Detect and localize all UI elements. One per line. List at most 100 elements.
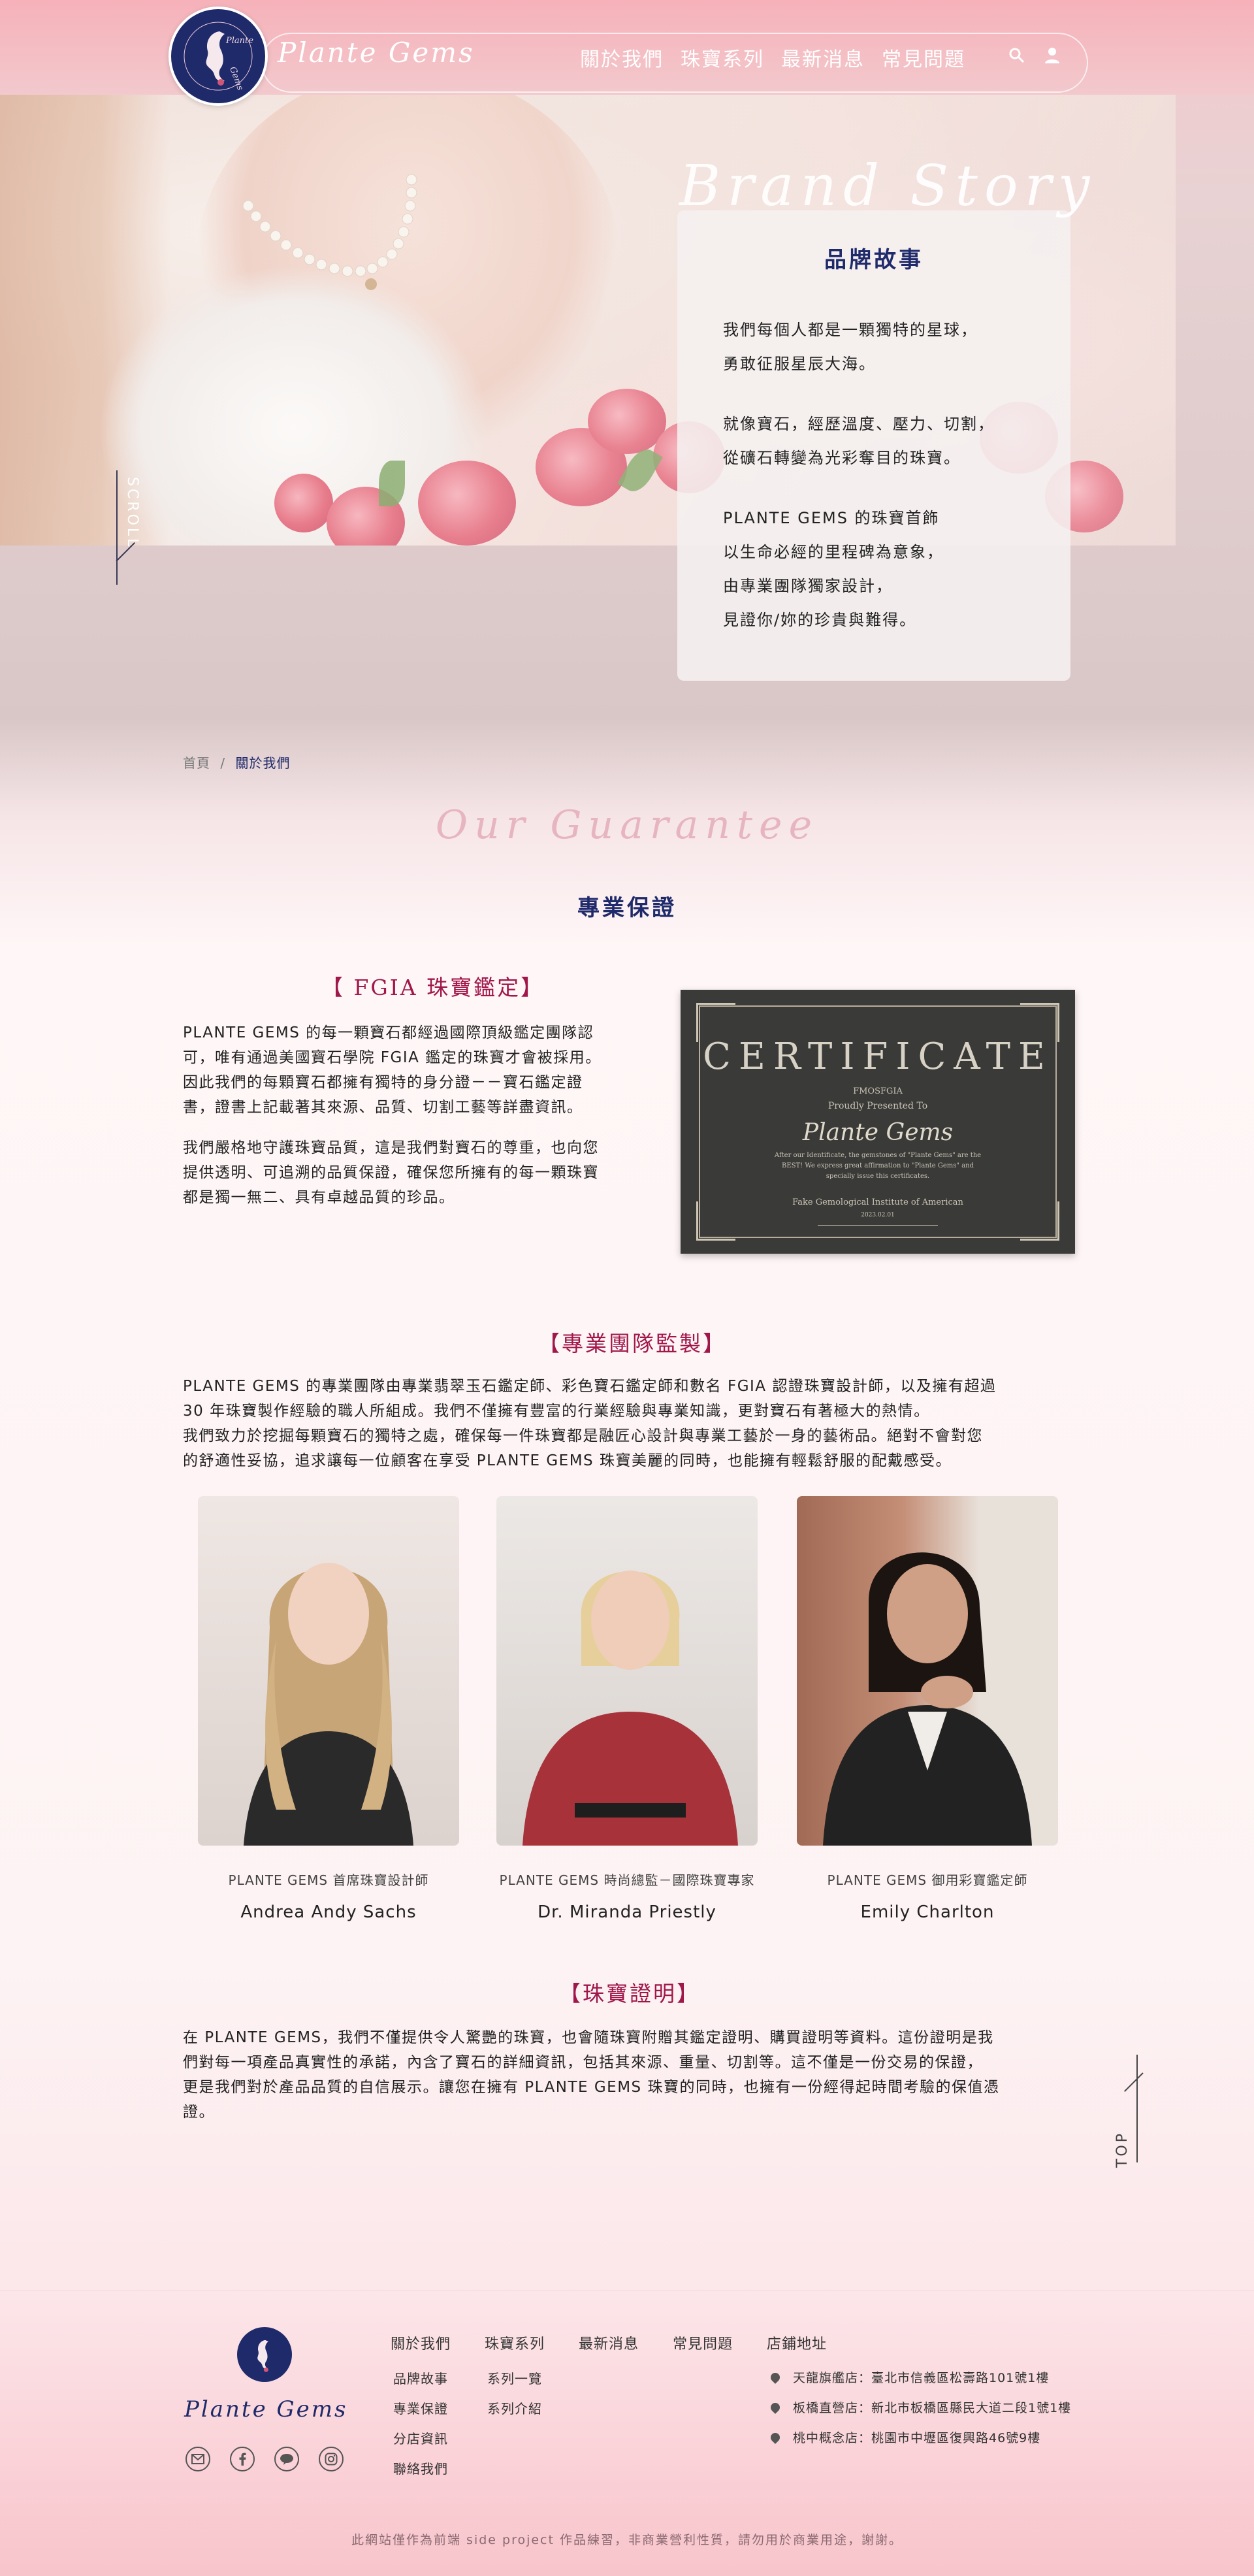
nav-about[interactable]: 關於我們	[580, 43, 664, 72]
brand-story-card: 品牌故事 我們每個人都是一顆獨特的星球， 勇敢征服星辰大海。 就像寶石，經歷溫度…	[677, 210, 1070, 681]
story-line: PLANTE GEMS 的珠寶首飾	[723, 509, 940, 527]
team-photo-miranda	[496, 1496, 758, 1846]
certificate-date: 2023.02.01	[861, 1212, 895, 1218]
fgia-heading: 【 FGIA 珠寶鑑定】	[321, 975, 545, 1000]
breadcrumb-current: 關於我們	[235, 755, 291, 771]
story-line: 以生命必經的里程碑為意象，	[723, 543, 944, 561]
instagram-icon[interactable]	[319, 2447, 344, 2471]
user-icon[interactable]	[1042, 46, 1062, 65]
certificate-body: After our Identificate, the gemstones of…	[774, 1152, 982, 1159]
footer-link-stores[interactable]: 分店資訊	[393, 2428, 448, 2447]
text-line: 可，唯有通過美國寶石學院 FGIA 鑑定的珠寶才會被採用。	[183, 1049, 602, 1066]
certificate-org-mark: FMOSFGIA	[853, 1086, 903, 1096]
facebook-icon[interactable]	[230, 2447, 255, 2471]
store-address: 天龍旗艦店：臺北市信義區松壽路101號1樓	[769, 2368, 1050, 2386]
map-pin-icon	[769, 2401, 782, 2414]
team-member-role: PLANTE GEMS 時尚總監－國際珠寶專家	[499, 1872, 755, 1888]
brand-name[interactable]: Plante Gems	[278, 37, 475, 69]
store-address-text: 板橋直營店：新北市板橋區縣民大道二段1號1樓	[793, 2401, 1072, 2415]
footer-col-stores: 店鋪地址	[767, 2336, 828, 2353]
certificate-issuer: Fake Gemological Institute of American	[792, 1198, 963, 1207]
copyright-notice: 此網站僅作為前端 side project 作品練習，非商業營利性質，請勿用於商…	[351, 2533, 903, 2547]
logo-emblem-icon: Plante Gems	[184, 22, 253, 92]
text-line: PLANTE GEMS 的每一顆寶石都經過國際頂級鑑定團隊認	[183, 1024, 594, 1041]
map-pin-icon	[769, 2371, 782, 2384]
footer-divider	[0, 2290, 1254, 2291]
footer-link-contact[interactable]: 聯絡我們	[393, 2458, 448, 2477]
certificate-recipient: Plante Gems	[802, 1119, 954, 1146]
logo[interactable]: Plante Gems	[169, 7, 268, 106]
nav-jewelry[interactable]: 珠寶系列	[681, 43, 764, 72]
map-pin-icon	[769, 2431, 782, 2444]
footer-link-brand-story[interactable]: 品牌故事	[393, 2368, 448, 2387]
story-line: 由專業團隊獨家設計，	[723, 577, 893, 595]
text-line: 提供透明、可追溯的品質保證，確保您所擁有的每一顆珠寶	[183, 1164, 599, 1181]
team-member-role: PLANTE GEMS 御用彩寶鑑定師	[827, 1872, 1028, 1888]
search-icon[interactable]	[1007, 46, 1027, 65]
footer-link-series-overview[interactable]: 系列一覽	[487, 2368, 542, 2387]
store-address-text: 桃中概念店：桃園市中壢區復興路46號9樓	[793, 2431, 1041, 2445]
nav-faq[interactable]: 常見問題	[882, 43, 965, 72]
team-paragraph: PLANTE GEMS 的專業團隊由專業翡翠玉石鑑定師、彩色寶石鑑定師和數名 F…	[183, 1374, 1084, 1473]
email-icon[interactable]	[185, 2447, 210, 2471]
story-line: 我們每個人都是一顆獨特的星球，	[723, 321, 978, 339]
fgia-paragraph-1: PLANTE GEMS 的每一顆寶石都經過國際頂級鑑定團隊認 可，唯有通過美國寶…	[183, 1020, 653, 1120]
footer-col-news[interactable]: 最新消息	[579, 2332, 639, 2353]
store-address: 板橋直營店：新北市板橋區縣民大道二段1號1樓	[769, 2398, 1072, 2416]
brand-story-title-en: Brand Story	[679, 154, 1097, 219]
back-to-top-arrow[interactable]	[1124, 2072, 1144, 2092]
footer-logo[interactable]	[237, 2327, 292, 2382]
line-icon[interactable]	[274, 2447, 299, 2471]
scroll-label: SCROLL	[124, 477, 140, 549]
text-line: 我們嚴格地守護珠寶品質，這是我們對寶石的尊重，也向您	[183, 1139, 599, 1156]
certificate-body: specially issue this certificates.	[826, 1173, 930, 1180]
team-heading: 【專業團隊監製】	[538, 1331, 726, 1356]
footer-col-about[interactable]: 關於我們	[391, 2332, 451, 2353]
team-photo-emily	[797, 1496, 1058, 1846]
text-line: 書，證書上記載著其來源、品質、切割工藝等詳盡資訊。	[183, 1099, 583, 1116]
breadcrumb: 首頁 / 關於我們	[183, 753, 290, 772]
nav-news[interactable]: 最新消息	[781, 43, 865, 72]
back-to-top-line[interactable]	[1136, 2055, 1138, 2162]
store-address-text: 天龍旗艦店：臺北市信義區松壽路101號1樓	[793, 2371, 1050, 2385]
footer-link-guarantee[interactable]: 專業保證	[393, 2398, 448, 2417]
team-member-name: Dr. Miranda Priestly	[538, 1902, 716, 1922]
proof-heading: 【珠寶證明】	[559, 1981, 700, 2006]
certificate-body: BEST! We express great affirmation to "P…	[782, 1162, 974, 1169]
main-nav: 關於我們 珠寶系列 最新消息 常見問題	[580, 43, 965, 72]
footer-brand: Plante Gems	[184, 2396, 348, 2422]
story-line: 見證你/妳的珍貴與難得。	[723, 611, 917, 629]
scroll-indicator-line	[116, 470, 118, 585]
footer-col-jewelry[interactable]: 珠寶系列	[485, 2332, 545, 2353]
certificate-image: CERTIFICATE FMOSFGIA Proudly Presented T…	[681, 990, 1075, 1254]
team-member-role: PLANTE GEMS 首席珠寶設計師	[228, 1872, 429, 1888]
footer-col-faq[interactable]: 常見問題	[673, 2332, 733, 2353]
story-line: 勇敢征服星辰大海。	[723, 355, 876, 373]
text-line: 在 PLANTE GEMS，我們不僅提供令人驚艷的珠寶，也會隨珠寶附贈其鑑定證明…	[183, 2029, 994, 2046]
proof-paragraph: 在 PLANTE GEMS，我們不僅提供令人驚艷的珠寶，也會隨珠寶附贈其鑑定證明…	[183, 2025, 1084, 2125]
text-line: 30 年珠寶製作經驗的職人所組成。我們不僅擁有豐富的行業經驗與專業知識，更對寶石…	[183, 1403, 930, 1420]
story-line: 從礦石轉變為光彩奪目的珠寶。	[723, 449, 961, 467]
team-member-name: Andrea Andy Sachs	[240, 1902, 417, 1922]
text-line: 都是獨一無二、具有卓越品質的珍品。	[183, 1189, 455, 1206]
brand-story-title: 品牌故事	[824, 247, 924, 273]
logo-emblem-icon	[257, 2340, 268, 2372]
footer-link-series-intro[interactable]: 系列介紹	[487, 2398, 542, 2417]
guarantee-title: 專業保證	[577, 895, 677, 921]
team-photo-andrea	[198, 1496, 459, 1846]
guarantee-title-en: Our Guarantee	[435, 802, 819, 848]
text-line: 因此我們的每顆寶石都擁有獨特的身分證－－寶石鑑定證	[183, 1074, 583, 1091]
story-line: 就像寶石，經歷溫度、壓力、切割，	[723, 415, 995, 433]
fgia-paragraph-2: 我們嚴格地守護珠寶品質，這是我們對寶石的尊重，也向您 提供透明、可追溯的品質保證…	[183, 1135, 653, 1210]
certificate-presented: Proudly Presented To	[828, 1101, 928, 1111]
store-address: 桃中概念店：桃園市中壢區復興路46號9樓	[769, 2428, 1041, 2446]
text-line: 證。	[183, 2104, 215, 2121]
breadcrumb-home[interactable]: 首頁	[183, 755, 210, 771]
certificate-title: CERTIFICATE	[703, 1035, 1053, 1078]
back-to-top-label[interactable]: TOP	[1114, 2131, 1131, 2168]
text-line: 更是我們對於產品品質的自信展示。讓您在擁有 PLANTE GEMS 珠寶的同時，…	[183, 2079, 1000, 2096]
team-member-name: Emily Charlton	[860, 1902, 995, 1922]
text-line: 們對每一項產品真實性的承諾，內含了寶石的詳細資訊，包括其來源、重量、切割等。這不…	[183, 2054, 983, 2071]
text-line: 我們致力於挖掘每顆寶石的獨特之處，確保每一件珠寶都是融匠心設計與專業工藝於一身的…	[183, 1427, 983, 1444]
breadcrumb-separator: /	[220, 755, 226, 771]
